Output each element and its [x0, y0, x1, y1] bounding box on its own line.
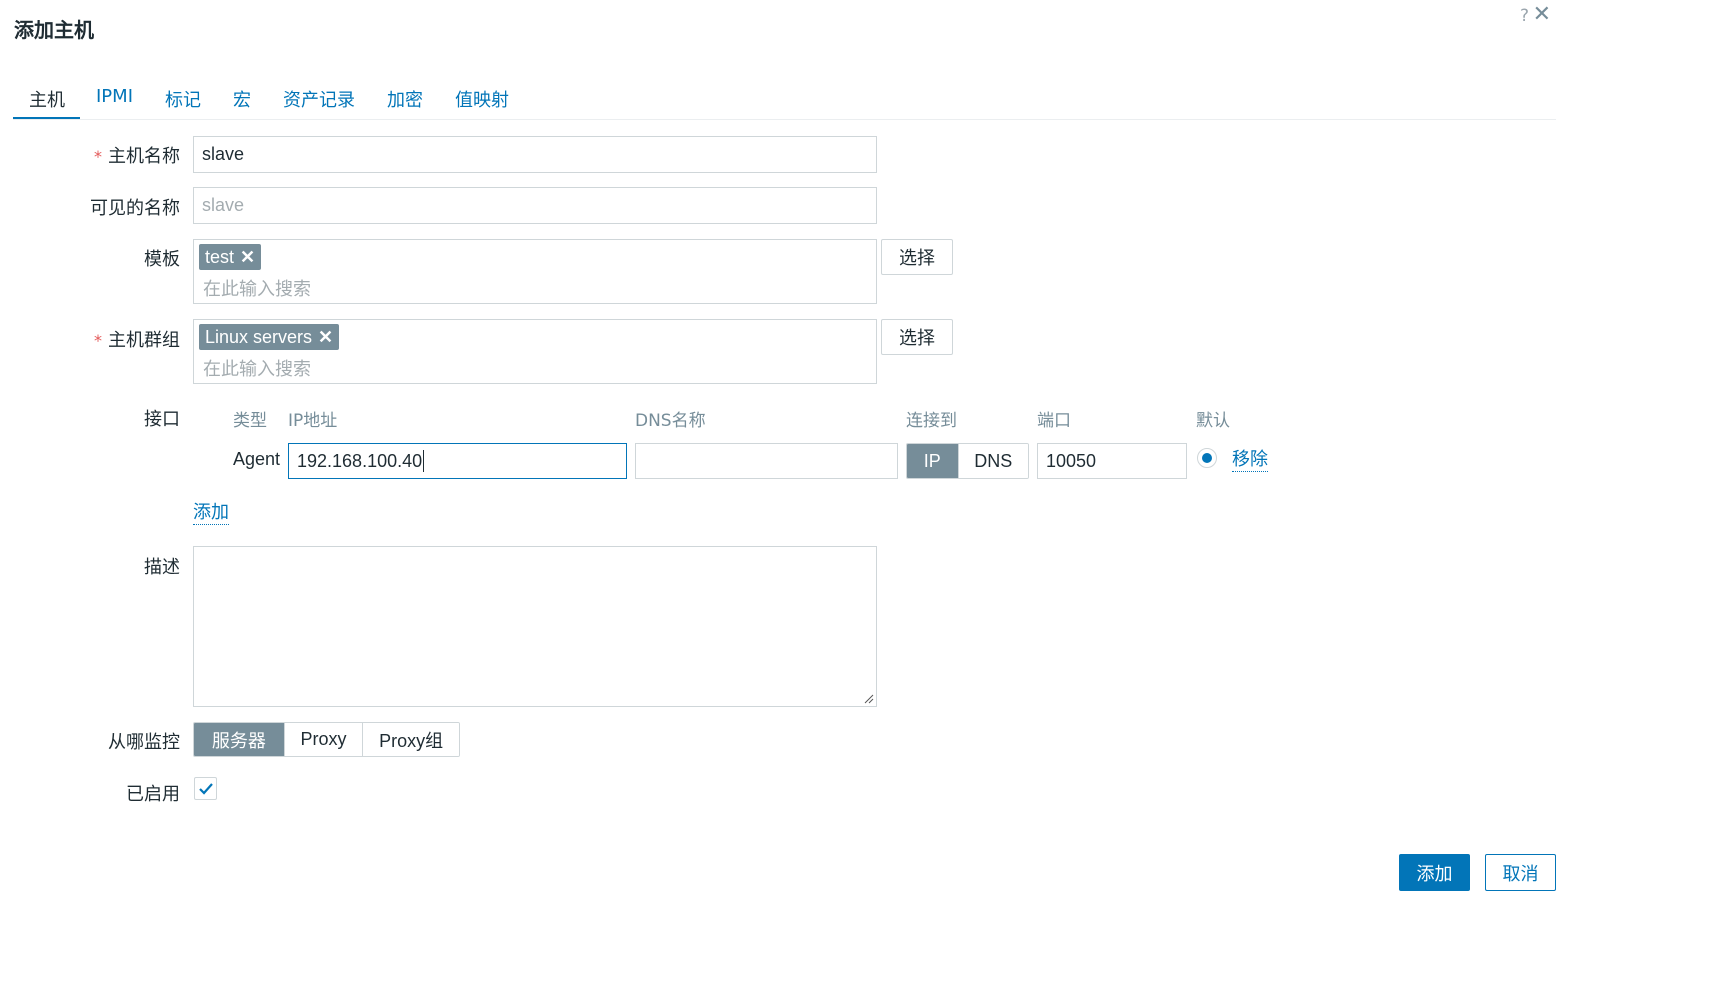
tab-ipmi[interactable]: IPMI: [80, 82, 149, 116]
connect-dns-option[interactable]: DNS: [957, 444, 1028, 478]
host-groups-multiselect[interactable]: Linux servers ✕ 在此输入搜索: [193, 319, 877, 384]
interface-default-header: 默认: [1196, 411, 1230, 431]
tab-value-mapping[interactable]: 值映射: [439, 82, 525, 116]
checkmark-icon: [198, 782, 213, 795]
interface-dns-input[interactable]: [635, 443, 898, 479]
interface-port-header: 端口: [1037, 411, 1071, 431]
tab-tags[interactable]: 标记: [149, 82, 217, 116]
monitored-by-toggle: 服务器 Proxy Proxy组: [193, 722, 460, 757]
remove-interface-link[interactable]: 移除: [1232, 449, 1268, 472]
resize-handle-icon[interactable]: [864, 694, 874, 704]
enabled-checkbox[interactable]: [194, 777, 217, 800]
interface-type-header: 类型: [233, 411, 267, 431]
visible-name-input[interactable]: slave: [193, 187, 877, 224]
interface-dns-header: DNS名称: [635, 411, 706, 431]
default-interface-radio[interactable]: [1197, 448, 1217, 468]
host-group-chip: Linux servers ✕: [199, 324, 340, 350]
monitored-by-proxy-group-option[interactable]: Proxy组: [362, 723, 459, 756]
monitored-by-server-option[interactable]: 服务器: [194, 723, 284, 756]
tab-inventory[interactable]: 资产记录: [267, 82, 371, 116]
interface-connect-header: 连接到: [906, 411, 957, 431]
remove-chip-icon[interactable]: ✕: [318, 327, 333, 348]
monitored-by-label: 从哪监控: [108, 732, 180, 753]
add-button[interactable]: 添加: [1399, 854, 1470, 891]
host-groups-search-input[interactable]: 在此输入搜索: [203, 355, 311, 381]
enabled-label: 已启用: [126, 784, 180, 805]
tab-divider: [13, 119, 1556, 120]
interface-ip-header: IP地址: [288, 411, 338, 431]
interface-type-value: Agent: [233, 449, 281, 469]
host-groups-label: * 主机群组: [94, 330, 180, 351]
host-name-label: * 主机名称: [94, 146, 180, 167]
close-icon[interactable]: ✕: [1533, 2, 1551, 27]
templates-search-input[interactable]: 在此输入搜索: [203, 275, 311, 301]
host-groups-select-button[interactable]: 选择: [881, 319, 953, 355]
tab-encryption[interactable]: 加密: [371, 82, 439, 116]
template-chip: test ✕: [199, 244, 262, 270]
text-caret: [423, 450, 425, 472]
monitored-by-proxy-option[interactable]: Proxy: [283, 723, 363, 756]
visible-name-label: 可见的名称: [90, 198, 180, 219]
tab-host[interactable]: 主机: [13, 82, 80, 120]
tab-bar: 主机 IPMI 标记 宏 资产记录 加密 值映射: [13, 82, 525, 120]
remove-chip-icon[interactable]: ✕: [240, 247, 255, 268]
host-name-input[interactable]: slave: [193, 136, 877, 173]
templates-select-button[interactable]: 选择: [881, 239, 953, 275]
help-icon[interactable]: ?: [1520, 6, 1529, 26]
add-interface-link[interactable]: 添加: [193, 502, 229, 525]
cancel-button[interactable]: 取消: [1485, 854, 1556, 891]
interface-port-input[interactable]: 10050: [1037, 443, 1187, 479]
description-label: 描述: [144, 557, 180, 578]
templates-multiselect[interactable]: test ✕ 在此输入搜索: [193, 239, 877, 304]
radio-selected-dot: [1202, 453, 1212, 463]
required-mark: *: [94, 331, 102, 350]
connect-ip-option[interactable]: IP: [907, 444, 958, 478]
dialog-title: 添加主机: [14, 18, 94, 42]
tab-macros[interactable]: 宏: [217, 82, 267, 116]
templates-label: 模板: [144, 249, 180, 270]
interfaces-label: 接口: [144, 409, 180, 430]
interface-ip-input[interactable]: 192.168.100.40: [288, 443, 627, 479]
required-mark: *: [94, 147, 102, 166]
connect-to-toggle: IP DNS: [906, 443, 1029, 479]
description-textarea[interactable]: [193, 546, 877, 707]
